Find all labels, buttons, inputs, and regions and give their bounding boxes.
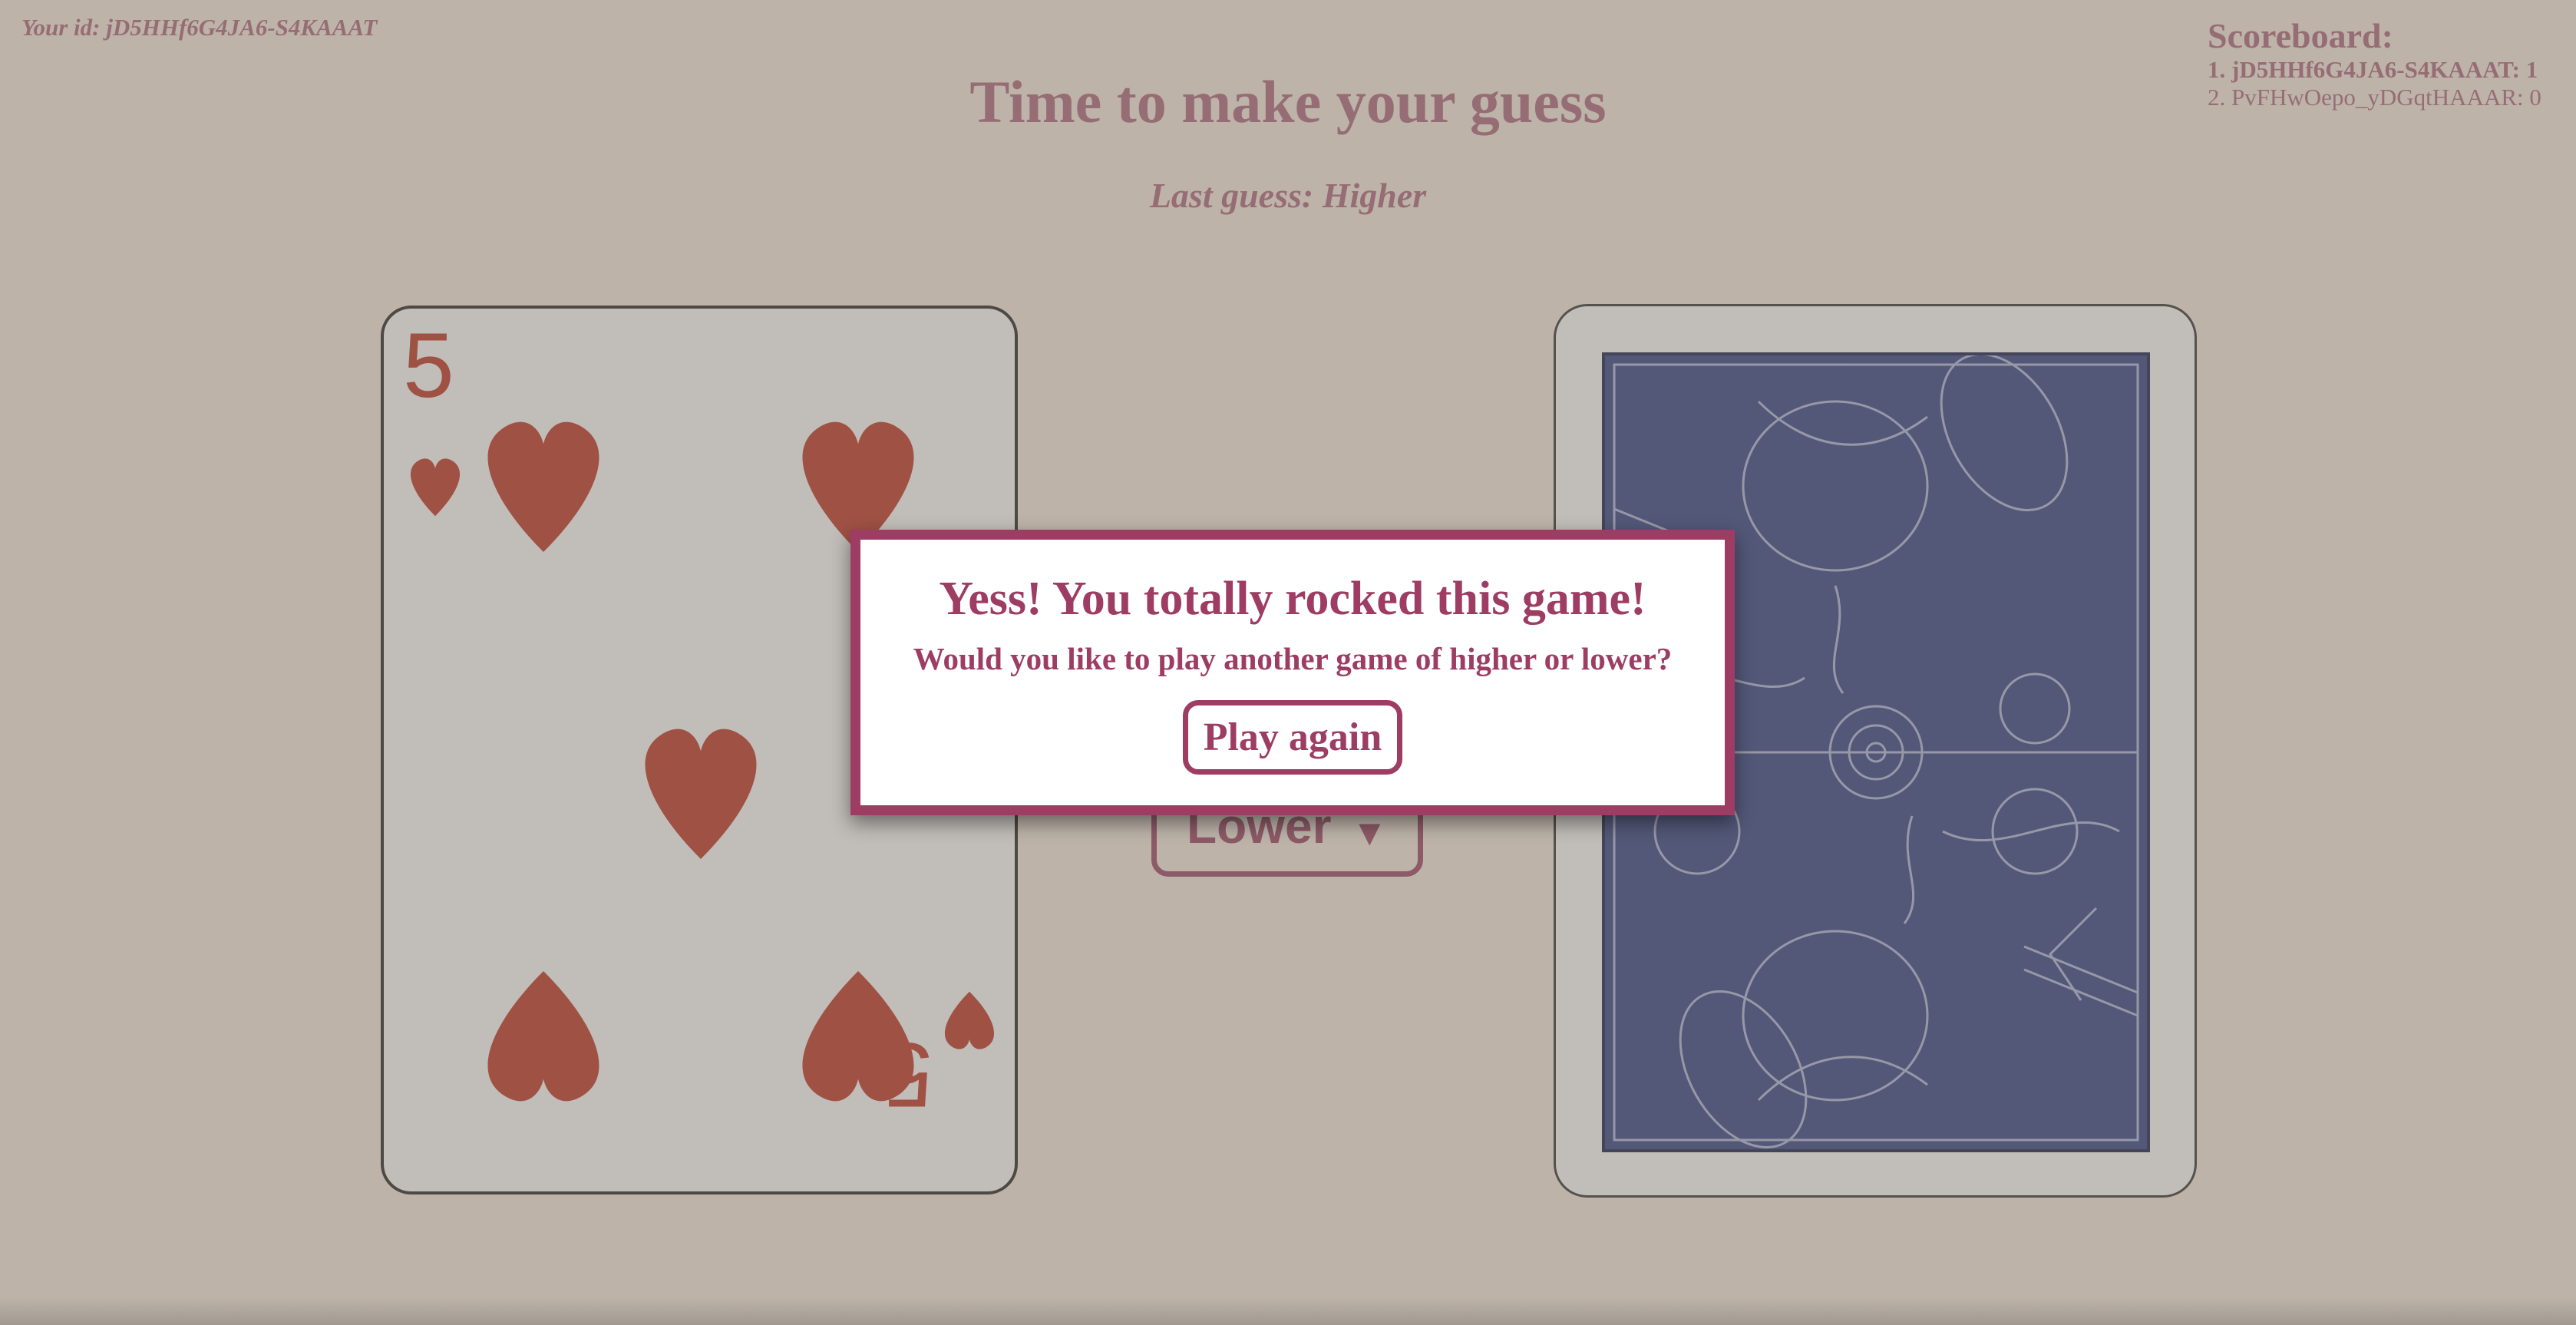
game-over-dialog: Yess! You totally rocked this game! Woul…: [850, 530, 1735, 815]
dialog-title: Yess! You totally rocked this game!: [939, 573, 1646, 625]
play-again-button[interactable]: Play again: [1182, 700, 1403, 775]
dialog-message: Would you like to play another game of h…: [913, 641, 1673, 676]
bottom-edge-shadow: [0, 1297, 2576, 1325]
